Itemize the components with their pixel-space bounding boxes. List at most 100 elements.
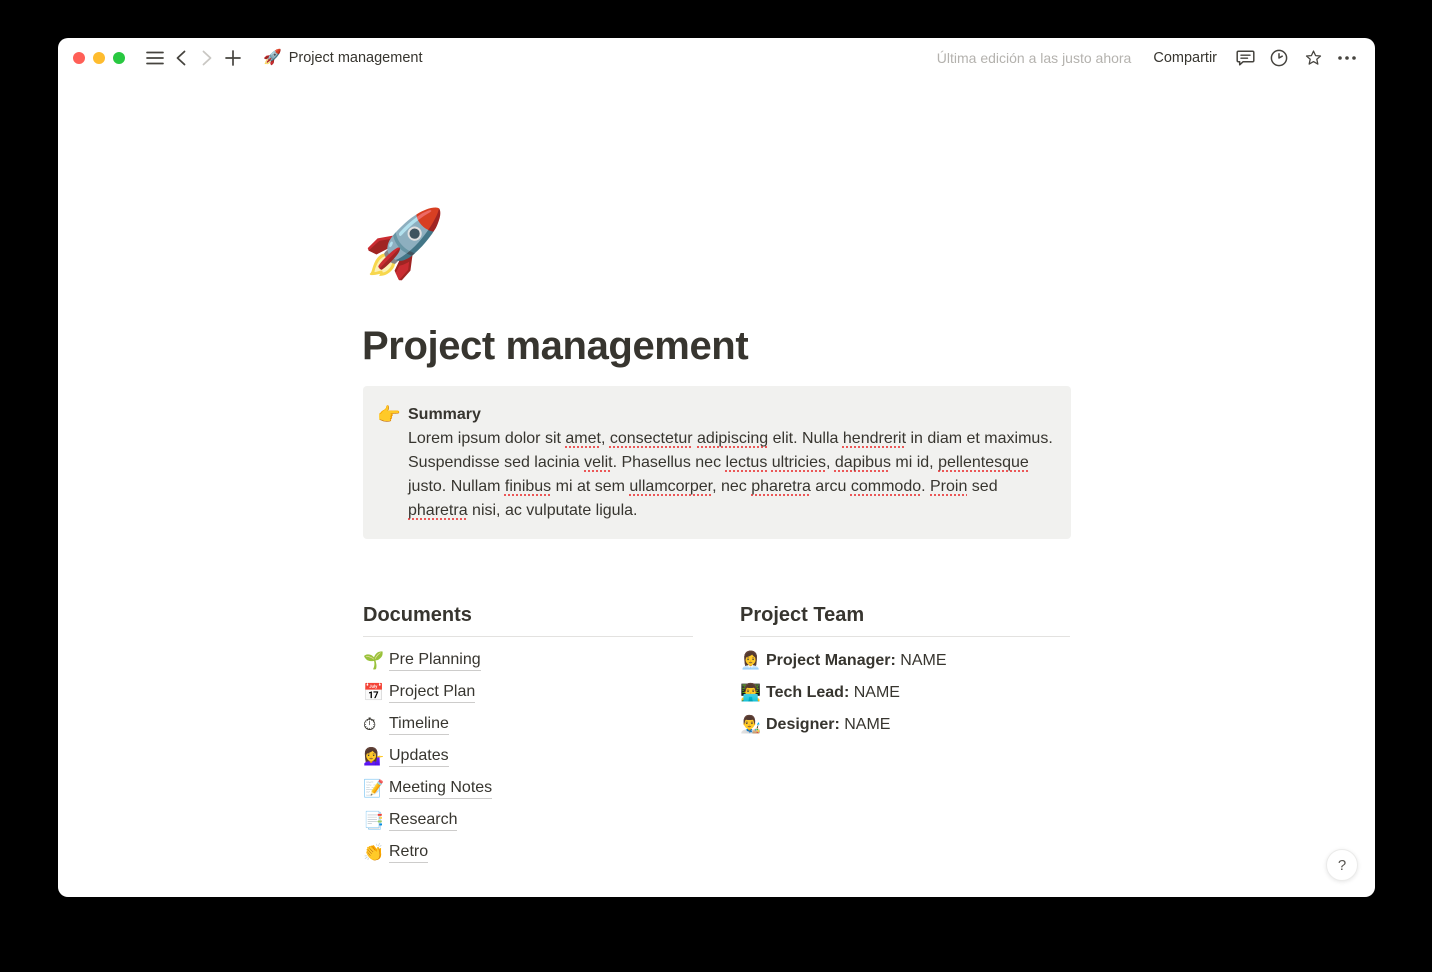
misspelled-word: pharetra: [408, 502, 468, 519]
back-button[interactable]: [169, 46, 193, 70]
help-button[interactable]: ?: [1326, 849, 1358, 881]
callout-body: Lorem ipsum dolor sit amet, consectetur …: [408, 427, 1055, 523]
divider: [740, 636, 1070, 637]
calendar-icon: 📅: [363, 682, 385, 704]
team-member-role: Project Manager:: [766, 652, 896, 669]
document-link-item: 📅Project Plan: [363, 677, 693, 709]
page-icon-rocket[interactable]: 🚀: [363, 204, 445, 284]
comment-icon: [1236, 49, 1255, 67]
team-member-role: Tech Lead:: [766, 684, 849, 701]
breadcrumb-title: Project management: [289, 50, 423, 66]
misspelled-word: dapibus: [835, 454, 891, 471]
callout-body-text: mi id,: [891, 454, 938, 471]
team-member-item: 👩‍💼Project Manager: NAME: [740, 645, 1070, 677]
page-content: 🚀 Project management 👉 Summary Lorem ips…: [58, 76, 1375, 897]
zoom-window-button[interactable]: [113, 52, 125, 64]
team-member-item: 👨‍💻Tech Lead: NAME: [740, 677, 1070, 709]
document-link[interactable]: Research: [389, 811, 457, 831]
person-tipping-hand-icon: 💁‍♀️: [363, 746, 385, 768]
document-link[interactable]: Project Plan: [389, 683, 475, 703]
documents-list: 🌱Pre Planning📅Project Plan⏱Timeline💁‍♀️U…: [363, 645, 693, 869]
last-edited-label: Última edición a las justo ahora: [937, 50, 1132, 66]
misspelled-word: ultricies: [772, 454, 826, 471]
misspelled-word: velit: [584, 454, 612, 471]
misspelled-word: consectetur: [610, 430, 693, 447]
callout-body-text: elit. Nulla: [768, 430, 843, 447]
notion-window: 🚀 Project management Última edición a la…: [58, 38, 1375, 897]
team-column: Project Team 👩‍💼Project Manager: NAME👨‍💻…: [740, 600, 1070, 869]
callout-body-text: Lorem ipsum dolor sit: [408, 430, 565, 447]
team-member-name: NAME: [896, 652, 947, 669]
document-link-item: 💁‍♀️Updates: [363, 741, 693, 773]
document-link[interactable]: Pre Planning: [389, 651, 481, 671]
breadcrumb[interactable]: 🚀 Project management: [263, 50, 422, 66]
share-button[interactable]: Compartir: [1147, 48, 1223, 68]
minimize-window-button[interactable]: [93, 52, 105, 64]
man-technologist-icon: 👨‍💻: [740, 682, 762, 704]
columns: Documents 🌱Pre Planning📅Project Plan⏱Tim…: [363, 600, 1071, 869]
misspelled-word: pellentesque: [938, 454, 1029, 471]
divider: [363, 636, 693, 637]
callout-body-text: . Phasellus nec: [613, 454, 726, 471]
history-button[interactable]: [1267, 46, 1291, 70]
memo-icon: 📝: [363, 778, 385, 800]
documents-column: Documents 🌱Pre Planning📅Project Plan⏱Tim…: [363, 600, 693, 869]
documents-heading: Documents: [363, 600, 693, 630]
misspelled-word: Proin: [930, 478, 967, 495]
team-member-name: NAME: [840, 716, 891, 733]
man-artist-icon: 👨‍🎨: [740, 714, 762, 736]
new-tab-button[interactable]: [221, 46, 245, 70]
team-member-text: Tech Lead: NAME: [766, 684, 900, 702]
misspelled-word: commodo: [851, 478, 921, 495]
page-title: Project management: [362, 324, 1070, 369]
team-member-name: NAME: [849, 684, 900, 701]
sidebar-toggle-button[interactable]: [143, 46, 167, 70]
team-member-role: Designer:: [766, 716, 840, 733]
traffic-lights: [73, 52, 125, 64]
misspelled-word: lectus: [726, 454, 768, 471]
woman-office-worker-icon: 👩‍💼: [740, 650, 762, 672]
pointing-finger-icon: 👉: [377, 403, 401, 427]
document-link[interactable]: Timeline: [389, 715, 449, 735]
document-link[interactable]: Retro: [389, 843, 428, 863]
callout-body-text: , nec: [712, 478, 751, 495]
misspelled-word: adipiscing: [697, 430, 768, 447]
more-options-button[interactable]: [1335, 46, 1359, 70]
document-link-item: 🌱Pre Planning: [363, 645, 693, 677]
document-link[interactable]: Updates: [389, 747, 449, 767]
callout-body-text: nisi, ac vulputate ligula.: [468, 502, 638, 519]
chevron-right-icon: [202, 50, 212, 66]
team-member-item: 👨‍🎨Designer: NAME: [740, 709, 1070, 741]
misspelled-word: pharetra: [751, 478, 811, 495]
document-link-item: 📑Research: [363, 805, 693, 837]
misspelled-word: finibus: [505, 478, 551, 495]
callout-text: Summary Lorem ipsum dolor sit amet, cons…: [408, 403, 1055, 523]
comments-button[interactable]: [1233, 46, 1257, 70]
close-window-button[interactable]: [73, 52, 85, 64]
callout-title: Summary: [408, 403, 1055, 427]
callout-body-text: arcu: [811, 478, 851, 495]
favorite-button[interactable]: [1301, 46, 1325, 70]
forward-button[interactable]: [195, 46, 219, 70]
team-member-text: Designer: NAME: [766, 716, 890, 734]
callout-body-text: mi at sem: [551, 478, 629, 495]
chevron-left-icon: [176, 50, 186, 66]
rocket-icon: 🚀: [263, 50, 282, 66]
document-link-item: ⏱Timeline: [363, 709, 693, 741]
stopwatch-icon: ⏱: [363, 714, 385, 736]
nav-controls: [143, 46, 245, 70]
misspelled-word: hendrerit: [843, 430, 906, 447]
document-link-item: 📝Meeting Notes: [363, 773, 693, 805]
ellipsis-icon: [1338, 56, 1356, 60]
clock-icon: [1270, 49, 1288, 67]
clapping-hands-icon: 👏: [363, 842, 385, 864]
hamburger-icon: [146, 51, 164, 65]
team-list: 👩‍💼Project Manager: NAME👨‍💻Tech Lead: NA…: [740, 645, 1070, 741]
summary-callout: 👉 Summary Lorem ipsum dolor sit amet, co…: [363, 386, 1071, 539]
seedling-icon: 🌱: [363, 650, 385, 672]
document-link[interactable]: Meeting Notes: [389, 779, 492, 799]
titlebar: 🚀 Project management Última edición a la…: [58, 38, 1375, 76]
callout-body-text: sed: [967, 478, 997, 495]
bookmark-tabs-icon: 📑: [363, 810, 385, 832]
callout-body-text: justo. Nullam: [408, 478, 505, 495]
